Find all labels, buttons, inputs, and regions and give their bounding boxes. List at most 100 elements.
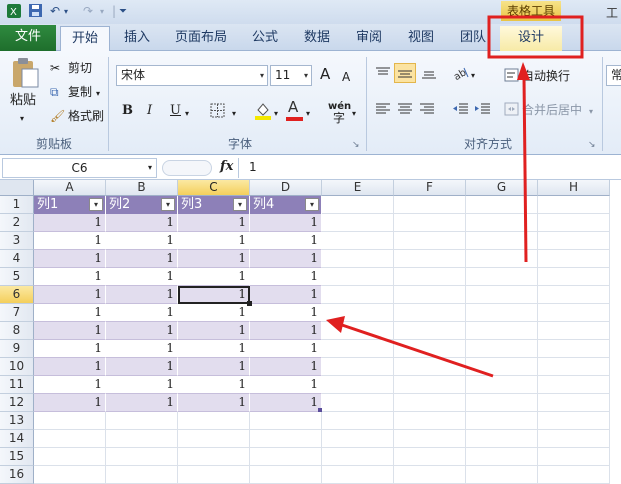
cell-g6[interactable] bbox=[466, 286, 538, 304]
cell-c15[interactable] bbox=[178, 448, 250, 466]
cell-h11[interactable] bbox=[538, 376, 610, 394]
fill-handle[interactable] bbox=[247, 301, 252, 306]
row-header-12[interactable]: 12 bbox=[0, 394, 34, 412]
cell-d12[interactable]: 1 bbox=[250, 394, 322, 412]
cell-e10[interactable] bbox=[322, 358, 394, 376]
cell-g15[interactable] bbox=[466, 448, 538, 466]
cell-a8[interactable]: 1 bbox=[34, 322, 106, 340]
cell-e16[interactable] bbox=[322, 466, 394, 484]
cell-a3[interactable]: 1 bbox=[34, 232, 106, 250]
grow-font-button[interactable]: A bbox=[320, 66, 330, 82]
cell-c5[interactable]: 1 bbox=[178, 268, 250, 286]
cell-c12[interactable]: 1 bbox=[178, 394, 250, 412]
borders-dropdown-icon[interactable]: ▾ bbox=[232, 106, 236, 122]
row-header-11[interactable]: 11 bbox=[0, 376, 34, 394]
paste-button[interactable]: 粘贴 bbox=[10, 93, 36, 109]
cell-h12[interactable] bbox=[538, 394, 610, 412]
cell-c2[interactable]: 1 bbox=[178, 214, 250, 232]
cell-g14[interactable] bbox=[466, 430, 538, 448]
cell-g8[interactable] bbox=[466, 322, 538, 340]
cell-h15[interactable] bbox=[538, 448, 610, 466]
font-color-dropdown-icon[interactable]: ▾ bbox=[306, 106, 310, 122]
cell-f3[interactable] bbox=[394, 232, 466, 250]
tab-insert[interactable]: 插入 bbox=[116, 26, 158, 51]
cell-a9[interactable]: 1 bbox=[34, 340, 106, 358]
align-top-icon[interactable] bbox=[374, 65, 392, 85]
cell-f16[interactable] bbox=[394, 466, 466, 484]
cell-f7[interactable] bbox=[394, 304, 466, 322]
cell-d3[interactable]: 1 bbox=[250, 232, 322, 250]
cell-b6[interactable]: 1 bbox=[106, 286, 178, 304]
filter-dropdown-icon[interactable]: ▾ bbox=[161, 198, 175, 211]
column-header-g[interactable]: G bbox=[466, 180, 538, 196]
cell-h16[interactable] bbox=[538, 466, 610, 484]
cell-f8[interactable] bbox=[394, 322, 466, 340]
cell-a2[interactable]: 1 bbox=[34, 214, 106, 232]
cell-f10[interactable] bbox=[394, 358, 466, 376]
align-left-icon[interactable] bbox=[374, 101, 392, 121]
cell-e14[interactable] bbox=[322, 430, 394, 448]
column-header-e[interactable]: E bbox=[322, 180, 394, 196]
cell-b12[interactable]: 1 bbox=[106, 394, 178, 412]
wrap-text-icon[interactable] bbox=[504, 68, 520, 86]
undo-dropdown-icon[interactable]: ▾ bbox=[64, 3, 68, 20]
cell-d7[interactable]: 1 bbox=[250, 304, 322, 322]
align-bottom-icon[interactable] bbox=[420, 65, 438, 85]
underline-dropdown-icon[interactable]: ▾ bbox=[185, 106, 189, 122]
cell-a13[interactable] bbox=[34, 412, 106, 430]
cell-h8[interactable] bbox=[538, 322, 610, 340]
bold-button[interactable]: B bbox=[122, 103, 133, 119]
cell-d10[interactable]: 1 bbox=[250, 358, 322, 376]
row-header-9[interactable]: 9 bbox=[0, 340, 34, 358]
italic-button[interactable]: I bbox=[147, 103, 152, 119]
row-header-10[interactable]: 10 bbox=[0, 358, 34, 376]
format-painter-button[interactable]: 格式刷 bbox=[68, 108, 104, 124]
cell-e1[interactable] bbox=[322, 196, 394, 214]
cell-b11[interactable]: 1 bbox=[106, 376, 178, 394]
insert-function-button[interactable]: fx bbox=[220, 159, 233, 174]
font-name-select[interactable]: 宋体 ▾ bbox=[116, 65, 268, 86]
cell-f13[interactable] bbox=[394, 412, 466, 430]
table-resize-handle[interactable] bbox=[318, 408, 322, 412]
fill-color-dropdown-icon[interactable]: ▾ bbox=[274, 106, 278, 122]
align-right-icon[interactable] bbox=[418, 101, 436, 121]
undo-button[interactable]: ↶ bbox=[50, 3, 60, 20]
cell-g9[interactable] bbox=[466, 340, 538, 358]
filter-dropdown-icon[interactable]: ▾ bbox=[233, 198, 247, 211]
merge-center-button[interactable]: 合并后居中 bbox=[522, 102, 582, 118]
cell-f11[interactable] bbox=[394, 376, 466, 394]
customize-qat-button[interactable]: ⏷ bbox=[119, 3, 127, 20]
cell-b3[interactable]: 1 bbox=[106, 232, 178, 250]
cell-b15[interactable] bbox=[106, 448, 178, 466]
cell-b9[interactable]: 1 bbox=[106, 340, 178, 358]
tab-team[interactable]: 团队 bbox=[452, 26, 494, 51]
cell-e8[interactable] bbox=[322, 322, 394, 340]
cell-e6[interactable] bbox=[322, 286, 394, 304]
cell-b16[interactable] bbox=[106, 466, 178, 484]
tab-page-layout[interactable]: 页面布局 bbox=[168, 26, 234, 51]
font-dialog-launcher-icon[interactable]: ↘ bbox=[352, 137, 360, 153]
cell-a5[interactable]: 1 bbox=[34, 268, 106, 286]
column-header-a[interactable]: A bbox=[34, 180, 106, 196]
number-format-select[interactable]: 常 bbox=[606, 65, 621, 86]
wrap-text-button[interactable]: 自动换行 bbox=[522, 68, 570, 84]
table-header-cell[interactable]: 列2 ▾ bbox=[106, 196, 178, 214]
formula-bar-resize-handle[interactable] bbox=[162, 160, 212, 176]
cell-h7[interactable] bbox=[538, 304, 610, 322]
orientation-icon[interactable]: ab bbox=[452, 65, 470, 85]
cell-f5[interactable] bbox=[394, 268, 466, 286]
cut-button[interactable]: 剪切 bbox=[68, 60, 92, 76]
cell-f2[interactable] bbox=[394, 214, 466, 232]
tab-review[interactable]: 审阅 bbox=[348, 26, 390, 51]
row-header-6[interactable]: 6 bbox=[0, 286, 34, 304]
cell-c10[interactable]: 1 bbox=[178, 358, 250, 376]
column-header-d[interactable]: D bbox=[250, 180, 322, 196]
copy-icon[interactable]: ⧉ bbox=[50, 84, 59, 100]
cell-d4[interactable]: 1 bbox=[250, 250, 322, 268]
cell-e5[interactable] bbox=[322, 268, 394, 286]
cell-f14[interactable] bbox=[394, 430, 466, 448]
cell-g5[interactable] bbox=[466, 268, 538, 286]
cell-d14[interactable] bbox=[250, 430, 322, 448]
cell-g7[interactable] bbox=[466, 304, 538, 322]
cell-g16[interactable] bbox=[466, 466, 538, 484]
